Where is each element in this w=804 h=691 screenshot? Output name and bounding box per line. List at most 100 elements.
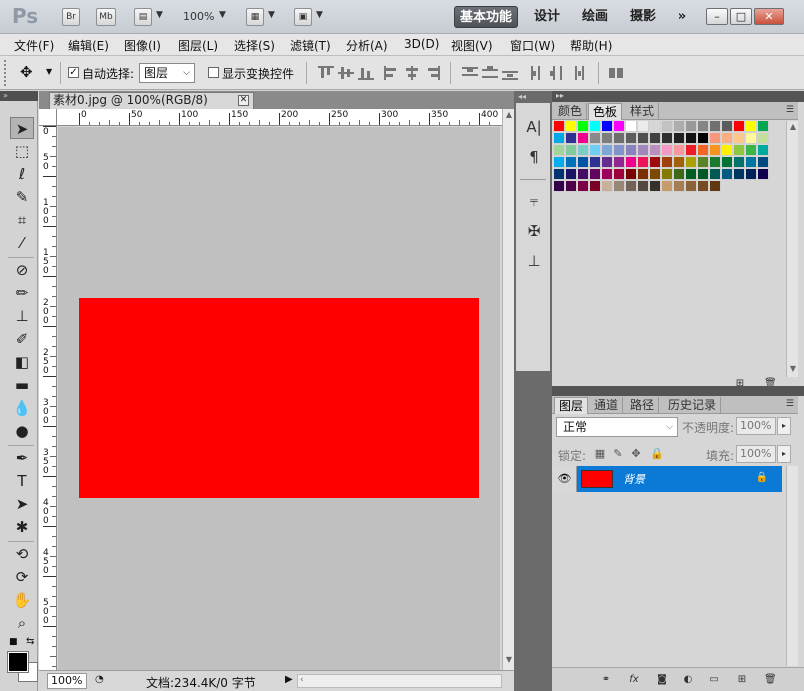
layers-scrollbar[interactable] <box>786 466 798 666</box>
color-swatch[interactable] <box>602 121 613 132</box>
color-swatch[interactable] <box>626 133 637 144</box>
color-swatch[interactable] <box>590 145 601 156</box>
color-swatch[interactable] <box>650 169 661 180</box>
color-swatch[interactable] <box>698 121 709 132</box>
tab-color[interactable]: 颜色 <box>554 103 588 120</box>
color-swatch[interactable] <box>686 133 697 144</box>
color-swatch[interactable] <box>554 133 565 144</box>
color-swatch[interactable] <box>746 121 757 132</box>
swap-colors-icon[interactable]: ⇆ <box>26 636 34 647</box>
pen-tool-icon[interactable]: ✒ <box>10 447 34 469</box>
color-swatch[interactable] <box>638 169 649 180</box>
color-swatch[interactable] <box>590 157 601 168</box>
blend-mode-dropdown[interactable]: 正常 ⌵ <box>556 417 678 437</box>
color-swatch[interactable] <box>746 169 757 180</box>
color-swatch[interactable] <box>578 181 589 192</box>
menu-help[interactable]: 帮助(H) <box>570 37 612 54</box>
marquee-tool-icon[interactable]: ⬚ <box>10 140 34 162</box>
horizontal-scrollbar[interactable]: ‹ <box>297 674 502 688</box>
color-swatch[interactable] <box>602 145 613 156</box>
color-swatch[interactable] <box>590 181 601 192</box>
color-swatch[interactable] <box>662 181 673 192</box>
fill-slider-arrow[interactable]: ▸ <box>777 445 791 463</box>
color-swatch[interactable] <box>722 145 733 156</box>
brush-tool-icon[interactable]: ✏ <box>10 282 34 304</box>
zoom-level[interactable]: 100% <box>183 10 214 23</box>
tab-swatches[interactable]: 色板 <box>588 103 623 120</box>
color-swatch[interactable] <box>710 181 721 192</box>
vertical-ruler[interactable]: 0 5 0 1 0 0 1 5 0 2 0 0 2 5 0 3 0 0 3 5 … <box>39 126 57 671</box>
tab-layers[interactable]: 图层 <box>554 397 589 414</box>
chevron-down-icon[interactable]: ▼ <box>316 10 323 20</box>
eraser-tool-icon[interactable]: ◧ <box>10 351 34 373</box>
color-swatch[interactable] <box>758 157 769 168</box>
distribute-left-icon[interactable] <box>530 66 546 80</box>
color-swatch[interactable] <box>710 157 721 168</box>
close-tab-icon[interactable]: ✕ <box>238 95 249 106</box>
color-swatch[interactable] <box>686 181 697 192</box>
chevron-down-icon[interactable]: ▼ <box>219 10 226 20</box>
color-swatch[interactable] <box>566 133 577 144</box>
opacity-input[interactable]: 100% <box>736 417 776 435</box>
more-workspaces-icon[interactable]: » <box>670 6 694 28</box>
align-vcenter-icon[interactable] <box>338 66 354 80</box>
color-swatch[interactable] <box>674 169 685 180</box>
color-swatch[interactable] <box>698 133 709 144</box>
color-swatch[interactable] <box>686 145 697 156</box>
color-swatch[interactable] <box>614 133 625 144</box>
character-panel-icon[interactable]: A| <box>524 117 544 137</box>
color-swatch[interactable] <box>638 181 649 192</box>
color-swatch[interactable] <box>578 121 589 132</box>
color-swatch[interactable] <box>674 181 685 192</box>
panel-menu-icon[interactable]: ☰ <box>786 399 794 409</box>
auto-select-dropdown[interactable]: 图层 ⌵ <box>139 63 195 83</box>
color-swatch[interactable] <box>746 133 757 144</box>
color-swatch[interactable] <box>674 145 685 156</box>
color-swatch[interactable] <box>722 121 733 132</box>
collapse-strip-icon[interactable]: ◂◂ <box>514 91 552 102</box>
color-swatch[interactable] <box>578 145 589 156</box>
tab-paths[interactable]: 路径 <box>626 397 660 414</box>
healing-brush-tool-icon[interactable]: ⊘ <box>10 259 34 281</box>
scroll-up-icon[interactable]: ▲ <box>787 121 799 133</box>
arrange-documents-icon[interactable]: ▦ <box>246 8 264 26</box>
chevron-down-icon[interactable]: ▼ <box>268 10 275 20</box>
color-swatch[interactable] <box>614 145 625 156</box>
color-swatch[interactable] <box>650 157 661 168</box>
align-left-icon[interactable] <box>384 66 400 80</box>
clone-stamp-tool-icon[interactable]: ⊥ <box>10 305 34 327</box>
menu-3d[interactable]: 3D(D) <box>404 37 439 51</box>
color-swatch[interactable] <box>710 169 721 180</box>
status-menu-icon[interactable]: ▶ <box>285 674 293 685</box>
distribute-bottom-icon[interactable] <box>502 66 518 80</box>
menu-layer[interactable]: 图层(L) <box>178 37 218 54</box>
color-swatch[interactable] <box>722 169 733 180</box>
color-swatch[interactable] <box>758 169 769 180</box>
color-swatch[interactable] <box>626 145 637 156</box>
color-swatch[interactable] <box>734 145 745 156</box>
vertical-scrollbar[interactable]: ▲ ▼ <box>502 109 514 670</box>
path-select-tool-icon[interactable]: ➤ <box>10 493 34 515</box>
color-swatch[interactable] <box>566 121 577 132</box>
auto-align-layers-icon[interactable] <box>608 66 624 80</box>
menu-filter[interactable]: 滤镜(T) <box>290 37 331 54</box>
scroll-down-icon[interactable]: ▼ <box>787 363 799 375</box>
color-swatch[interactable] <box>590 169 601 180</box>
color-swatch[interactable] <box>578 157 589 168</box>
color-swatch[interactable] <box>602 157 613 168</box>
layer-mask-icon[interactable]: ◙ <box>656 674 668 686</box>
color-swatch[interactable] <box>758 121 769 132</box>
blur-tool-icon[interactable]: 💧 <box>10 397 34 419</box>
layer-style-icon[interactable]: fx <box>628 674 640 686</box>
color-swatch[interactable] <box>698 157 709 168</box>
workspace-essentials[interactable]: 基本功能 <box>454 6 518 28</box>
scroll-left-icon[interactable]: ‹ <box>300 675 304 685</box>
color-swatch[interactable] <box>746 145 757 156</box>
eyedropper-tool-icon[interactable]: ⁄ <box>10 232 34 254</box>
move-tool-icon[interactable]: ✥ <box>20 63 33 81</box>
color-swatch[interactable] <box>626 157 637 168</box>
link-layers-icon[interactable]: ⚭ <box>600 674 612 686</box>
move-tool-icon[interactable]: ➤ <box>10 117 34 139</box>
brush-panel-icon[interactable]: ✠ <box>524 221 544 241</box>
3d-rotate-tool-icon[interactable]: ⟲ <box>10 543 34 565</box>
